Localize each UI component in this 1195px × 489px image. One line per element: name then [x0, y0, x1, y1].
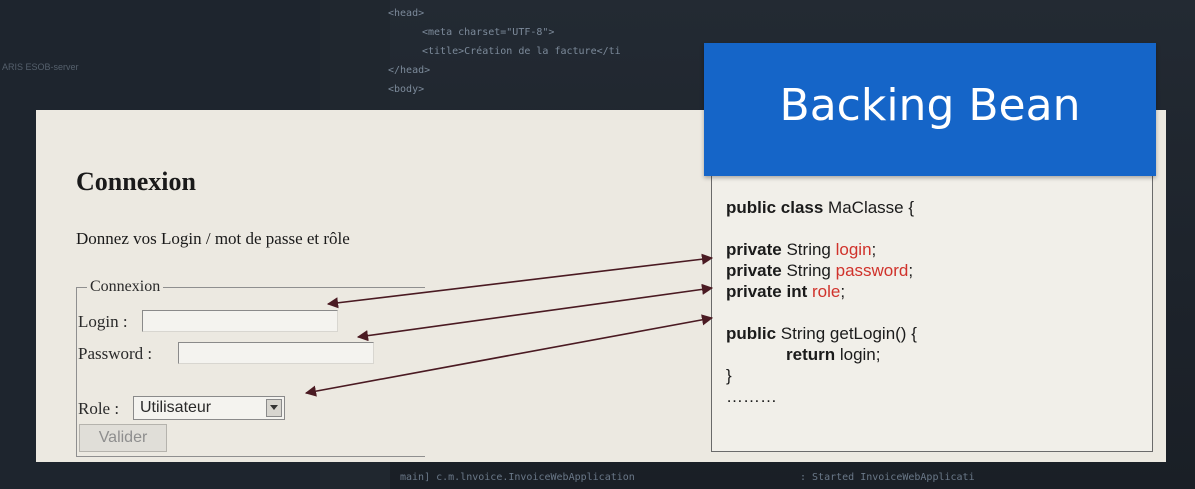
- editor-code: <head> <meta charset="UTF-8"> <title>Cré…: [388, 4, 621, 99]
- code-line: <meta charset="UTF-8">: [422, 27, 555, 38]
- code-class-line: public class MaClasse {: [726, 198, 915, 217]
- backing-bean-code-panel: public class MaClasse { private String l…: [711, 172, 1153, 452]
- code-ellipsis: ………: [726, 387, 777, 406]
- code-field-password: private String password;: [726, 261, 914, 280]
- code-line: <body>: [388, 84, 425, 95]
- code-line: </head>: [388, 65, 431, 76]
- code-line: <head>: [388, 8, 425, 19]
- code-close-brace: }: [726, 366, 732, 385]
- password-label: Password :: [78, 344, 153, 363]
- code-field-login: private String login;: [726, 240, 877, 259]
- code-line: <title>Création de la facture</ti: [422, 46, 621, 57]
- backing-bean-header: Backing Bean: [704, 43, 1156, 176]
- login-label: Login :: [78, 312, 128, 331]
- code-return-line: return login;: [786, 345, 881, 364]
- java-code: public class MaClasse { private String l…: [726, 197, 917, 407]
- login-input[interactable]: [142, 310, 338, 332]
- chevron-down-icon[interactable]: [266, 399, 282, 417]
- code-field-role: private int role;: [726, 282, 846, 301]
- role-label: Role :: [78, 399, 120, 418]
- page-title: Connexion: [76, 167, 196, 196]
- valider-button[interactable]: Valider: [79, 424, 167, 452]
- role-select[interactable]: Utilisateur: [133, 396, 285, 420]
- page-description: Donnez vos Login / mot de passe et rôle: [76, 229, 350, 248]
- connexion-fieldset: Connexion Login : Password : Role : Util…: [76, 278, 425, 457]
- fieldset-legend: Connexion: [87, 278, 164, 296]
- role-selected-value: Utilisateur: [140, 399, 212, 416]
- backing-bean-title: Backing Bean: [779, 80, 1081, 131]
- password-input[interactable]: [178, 342, 374, 364]
- code-method-signature: public String getLogin() {: [726, 324, 917, 343]
- login-page-screenshot: Connexion Donnez vos Login / mot de pass…: [36, 110, 426, 462]
- console-log-right: : Started InvoiceWebApplicati: [800, 472, 975, 483]
- console-log-left: main] c.m.lnvoice.InvoiceWebApplication: [400, 472, 635, 483]
- editor-sidebar-text: ARIS ESOB-server: [2, 62, 79, 72]
